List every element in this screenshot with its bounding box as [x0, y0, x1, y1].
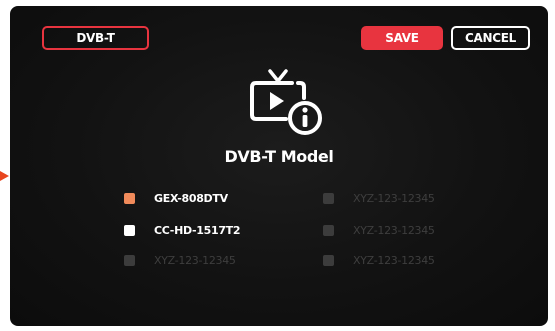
model-label: XYZ-123-12345	[154, 253, 236, 267]
model-option-xyz-right-3: XYZ-123-12345	[323, 252, 435, 268]
checkbox	[323, 224, 334, 236]
model-label: XYZ-123-12345	[353, 223, 435, 237]
model-option-cc-hd-1517t2[interactable]: CC-HD-1517T2	[124, 222, 241, 238]
checkbox	[323, 254, 334, 266]
checkbox[interactable]	[124, 224, 135, 236]
model-label: XYZ-123-12345	[353, 253, 435, 267]
head-unit-screen: DVB-T SAVE CANCEL DVB-T Model GEX-808DTV…	[10, 6, 548, 326]
checkbox[interactable]	[124, 192, 135, 204]
model-list: GEX-808DTV CC-HD-1517T2 XYZ-123-12345 XY…	[10, 6, 548, 326]
model-option-xyz-right-2: XYZ-123-12345	[323, 222, 435, 238]
model-label: CC-HD-1517T2	[154, 223, 241, 237]
arrow-right-icon	[0, 171, 9, 181]
model-label: XYZ-123-12345	[353, 191, 435, 205]
checkbox	[124, 254, 135, 266]
model-label: GEX-808DTV	[154, 191, 228, 205]
photo-margin	[0, 0, 10, 331]
model-option-xyz-left-3: XYZ-123-12345	[124, 252, 236, 268]
model-option-gex-808dtv[interactable]: GEX-808DTV	[124, 190, 228, 206]
model-option-xyz-right-1: XYZ-123-12345	[323, 190, 435, 206]
checkbox	[323, 192, 334, 204]
